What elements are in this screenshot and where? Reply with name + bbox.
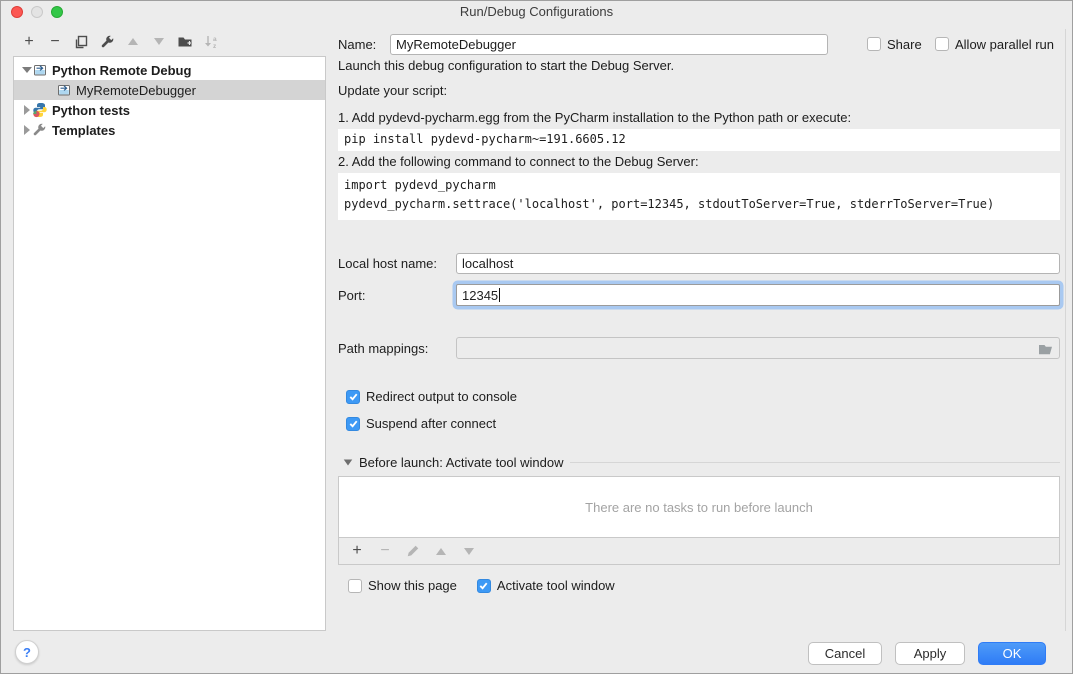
ok-button[interactable]: OK bbox=[978, 642, 1046, 665]
python-tests-icon bbox=[32, 102, 48, 118]
chevron-right-icon[interactable] bbox=[22, 105, 32, 115]
update-script-text: Update your script: bbox=[338, 83, 447, 98]
tree-item-label: Python tests bbox=[52, 103, 130, 118]
allow-parallel-run-checkbox[interactable]: Allow parallel run bbox=[935, 37, 1054, 52]
activate-tool-window-checkbox[interactable]: Activate tool window bbox=[477, 578, 615, 593]
redirect-label: Redirect output to console bbox=[366, 389, 517, 404]
move-down-icon bbox=[151, 34, 167, 50]
before-launch-label: Before launch: Activate tool window bbox=[359, 455, 564, 470]
share-label: Share bbox=[887, 37, 922, 52]
share-checkbox-box[interactable] bbox=[867, 37, 881, 51]
cancel-button[interactable]: Cancel bbox=[808, 642, 882, 665]
svg-text:a: a bbox=[213, 36, 217, 43]
move-task-up-icon bbox=[433, 543, 449, 559]
remote-debug-config-icon bbox=[32, 62, 48, 78]
no-tasks-text: There are no tasks to run before launch bbox=[585, 500, 813, 515]
folder-icon[interactable] bbox=[1038, 341, 1054, 357]
tree-item-label: Python Remote Debug bbox=[52, 63, 191, 78]
before-launch-tasks-list[interactable]: There are no tasks to run before launch bbox=[338, 476, 1060, 538]
add-icon[interactable]: + bbox=[21, 34, 37, 50]
step2-text: 2. Add the following command to connect … bbox=[338, 154, 699, 169]
name-label: Name: bbox=[338, 37, 390, 52]
suspend-after-connect-checkbox[interactable]: Suspend after connect bbox=[346, 416, 496, 431]
copy-icon[interactable] bbox=[73, 34, 89, 50]
move-up-icon bbox=[125, 34, 141, 50]
window-title: Run/Debug Configurations bbox=[1, 4, 1072, 19]
settrace-code: import pydevd_pycharm pydevd_pycharm.sett… bbox=[338, 173, 1060, 220]
chevron-right-icon[interactable] bbox=[22, 125, 32, 135]
scroll-area-divider bbox=[1065, 29, 1066, 631]
section-divider bbox=[570, 462, 1060, 463]
before-launch-section-header[interactable]: Before launch: Activate tool window bbox=[343, 455, 1060, 470]
edit-task-pencil-icon bbox=[405, 543, 421, 559]
show-this-page-checkbox[interactable]: Show this page bbox=[348, 578, 457, 593]
tree-item-templates[interactable]: Templates bbox=[14, 120, 325, 140]
show-page-label: Show this page bbox=[368, 578, 457, 593]
chevron-down-icon[interactable] bbox=[22, 67, 32, 73]
title-bar: Run/Debug Configurations bbox=[1, 1, 1072, 23]
tasks-toolbar: + − bbox=[338, 538, 1060, 565]
port-value: 12345 bbox=[462, 288, 498, 303]
move-task-down-icon bbox=[461, 543, 477, 559]
dialog-footer: ? Cancel Apply OK bbox=[1, 631, 1072, 674]
apply-button[interactable]: Apply bbox=[895, 642, 965, 665]
name-input[interactable] bbox=[390, 34, 828, 55]
redirect-checkbox-box[interactable] bbox=[346, 390, 360, 404]
allow-parallel-label: Allow parallel run bbox=[955, 37, 1054, 52]
edit-defaults-wrench-icon[interactable] bbox=[99, 34, 115, 50]
new-folder-icon[interactable] bbox=[177, 34, 193, 50]
remove-task-icon: − bbox=[377, 543, 393, 559]
redirect-output-checkbox[interactable]: Redirect output to console bbox=[346, 389, 517, 404]
run-debug-configurations-dialog: Run/Debug Configurations + − az Python R… bbox=[0, 0, 1073, 674]
collapse-triangle-icon[interactable] bbox=[344, 460, 353, 466]
tree-item-my-remote-debugger[interactable]: MyRemoteDebugger bbox=[14, 80, 325, 100]
configurations-toolbar: + − az bbox=[13, 27, 326, 56]
local-host-input[interactable] bbox=[456, 253, 1060, 274]
configuration-settings-panel: Name: Share Allow parallel run Launch th… bbox=[338, 23, 1060, 631]
allow-parallel-checkbox-box[interactable] bbox=[935, 37, 949, 51]
remote-debug-config-icon bbox=[56, 82, 72, 98]
configurations-tree: Python Remote Debug MyRemoteDebugger Pyt… bbox=[13, 56, 326, 631]
tree-item-python-remote-debug[interactable]: Python Remote Debug bbox=[14, 60, 325, 80]
local-host-label: Local host name: bbox=[338, 256, 456, 271]
settrace-code-line1: import pydevd_pycharm bbox=[344, 178, 496, 192]
pip-install-code: pip install pydevd-pycharm~=191.6605.12 bbox=[338, 129, 1060, 151]
path-mappings-label: Path mappings: bbox=[338, 341, 456, 356]
suspend-label: Suspend after connect bbox=[366, 416, 496, 431]
sort-alphabetically-icon: az bbox=[203, 34, 219, 50]
activate-label: Activate tool window bbox=[497, 578, 615, 593]
share-checkbox[interactable]: Share bbox=[867, 37, 922, 52]
path-mappings-input[interactable] bbox=[456, 337, 1060, 359]
step1-text: 1. Add pydevd-pycharm.egg from the PyCha… bbox=[338, 110, 851, 125]
text-caret bbox=[499, 288, 500, 302]
wrench-icon bbox=[32, 122, 48, 138]
port-label: Port: bbox=[338, 288, 456, 303]
port-input[interactable]: 12345 bbox=[456, 284, 1060, 306]
intro-text: Launch this debug configuration to start… bbox=[338, 58, 674, 73]
help-question-mark: ? bbox=[23, 645, 31, 660]
show-page-checkbox-box[interactable] bbox=[348, 579, 362, 593]
tree-item-python-tests[interactable]: Python tests bbox=[14, 100, 325, 120]
suspend-checkbox-box[interactable] bbox=[346, 417, 360, 431]
tree-item-label: MyRemoteDebugger bbox=[76, 83, 196, 98]
activate-checkbox-box[interactable] bbox=[477, 579, 491, 593]
help-button[interactable]: ? bbox=[15, 640, 39, 664]
svg-text:z: z bbox=[213, 43, 217, 50]
settrace-code-line2: pydevd_pycharm.settrace('localhost', por… bbox=[344, 197, 994, 211]
tree-item-label: Templates bbox=[52, 123, 115, 138]
remove-icon[interactable]: − bbox=[47, 34, 63, 50]
add-task-icon[interactable]: + bbox=[349, 543, 365, 559]
